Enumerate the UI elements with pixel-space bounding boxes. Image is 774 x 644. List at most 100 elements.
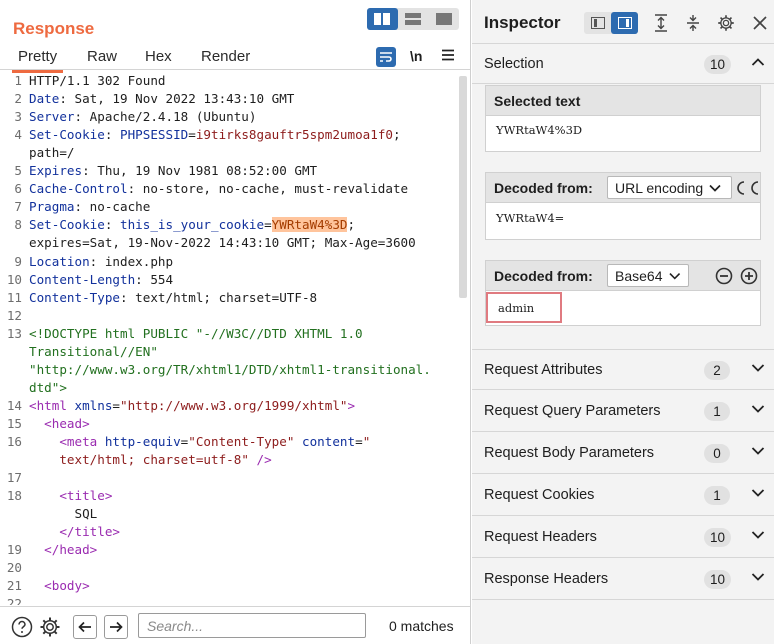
gear-icon: [40, 617, 60, 637]
settings-button[interactable]: [38, 615, 62, 639]
line-number: 21: [6, 578, 22, 594]
remove-add-decoding-icon[interactable]: [736, 180, 760, 196]
hamburger-menu-icon: [442, 49, 454, 61]
editor-vertical-scrollbar[interactable]: [459, 76, 467, 298]
inspector-title: Inspector: [484, 13, 561, 32]
layout-split-horizontal-button[interactable]: [367, 8, 398, 30]
code-line[interactable]: Cache-Control: no-store, no-cache, must-…: [29, 181, 408, 196]
code-line[interactable]: Date: Sat, 19 Nov 2022 13:43:10 GMT: [29, 91, 294, 106]
code-line[interactable]: Set-Cookie: this_is_your_cookie=YWRtaW4%…: [29, 217, 355, 233]
code-line[interactable]: expires=Sat, 19-Nov-2022 14:43:10 GMT; M…: [29, 235, 416, 250]
inspector-layout-right-button[interactable]: [611, 12, 638, 34]
single-pane-icon: [435, 13, 452, 25]
response-code-editor[interactable]: 1 HTTP/1.1 302 Found 2 Date: Sat, 19 Nov 20…: [0, 72, 470, 605]
code-token: i9tirks8gauftr5spm2umoa1f0: [195, 127, 393, 143]
code-token: Set-Cookie: [29, 127, 105, 143]
code-line[interactable]: dtd">: [29, 380, 67, 395]
code-line[interactable]: Location: index.php: [29, 254, 173, 269]
show-newlines-button[interactable]: \n: [410, 48, 422, 64]
inspector-settings-button[interactable]: [716, 12, 736, 34]
decoded-base64-label: Decoded from:: [494, 268, 593, 284]
section-count-badge: 0: [704, 444, 730, 463]
line-number: 10: [6, 271, 22, 287]
code-line[interactable]: </head>: [29, 542, 97, 557]
tab-raw[interactable]: Raw: [87, 48, 117, 65]
tab-render[interactable]: Render: [201, 48, 250, 65]
section-request-attributes[interactable]: Request Attributes 2: [472, 349, 774, 390]
help-button[interactable]: [10, 615, 34, 639]
layout-single-button[interactable]: [428, 8, 459, 30]
section-request-query-parameters[interactable]: Request Query Parameters 1: [472, 391, 774, 432]
code-line[interactable]: <head>: [29, 416, 90, 431]
code-token: <head>: [44, 415, 90, 431]
code-token: : no-cache: [74, 199, 151, 215]
code-line[interactable]: Transitional//EN": [29, 344, 158, 359]
selected-text-header: Selected text: [486, 86, 760, 116]
code-line[interactable]: Server: Apache/2.4.18 (Ubuntu): [29, 109, 256, 124]
pretty-print-button[interactable]: [376, 47, 396, 67]
menu-button[interactable]: [441, 49, 455, 61]
decoding-select-url[interactable]: URL encoding: [607, 176, 732, 199]
code-token: ": [362, 434, 371, 449]
collapse-all-button[interactable]: [684, 12, 702, 34]
line-number: 11: [6, 289, 22, 305]
code-line[interactable]: Expires: Thu, 19 Nov 1981 08:52:00 GMT: [29, 163, 317, 178]
section-request-body-parameters[interactable]: Request Body Parameters 0: [472, 433, 774, 474]
code-line[interactable]: <!DOCTYPE html PUBLIC "-//W3C//DTD XHTML…: [29, 326, 363, 341]
chevron-down-icon: [709, 184, 721, 192]
code-line[interactable]: SQL: [29, 506, 97, 521]
section-request-headers[interactable]: Request Headers 10: [472, 517, 774, 558]
section-label: Request Attributes: [484, 362, 603, 378]
code-token: />: [248, 452, 272, 468]
decoded-base64-value[interactable]: admin: [488, 294, 560, 315]
remove-decoding-icon[interactable]: [715, 267, 733, 285]
code-line[interactable]: Content-Type: text/html; charset=UTF-8: [29, 290, 317, 305]
code-token: =: [188, 127, 196, 143]
section-label: Request Cookies: [484, 487, 595, 503]
code-line[interactable]: HTTP/1.1 302 Found: [29, 73, 165, 88]
decoded-url-value[interactable]: YWRtaW4=: [486, 203, 760, 225]
code-line[interactable]: "http://www.w3.org/TR/xhtml1/DTD/xhtml1-…: [29, 362, 431, 377]
code-line[interactable]: </title>: [29, 524, 120, 539]
code-line[interactable]: <html xmlns="http://www.w3.org/1999/xhtm…: [29, 398, 355, 413]
code-token: Location: [29, 253, 90, 269]
search-footer: Search... 0 matches: [0, 606, 470, 644]
match-count: 0 matches: [389, 618, 454, 634]
code-line[interactable]: text/html; charset=utf-8" />: [29, 452, 272, 468]
line-number: 7: [14, 199, 22, 215]
code-token: =: [112, 397, 121, 413]
add-decoding-icon[interactable]: [740, 267, 758, 285]
code-line[interactable]: <meta http-equiv="Content-Type" content=…: [29, 434, 370, 449]
code-line[interactable]: path=/: [29, 145, 75, 160]
tab-hex[interactable]: Hex: [145, 48, 172, 65]
section-response-headers[interactable]: Response Headers 10: [472, 559, 774, 600]
section-count-badge: 1: [704, 402, 730, 421]
line-number: 9: [14, 253, 22, 269]
inspector-layout-left-button[interactable]: [584, 12, 611, 34]
decoding-select-base64[interactable]: Base64: [607, 264, 689, 287]
selected-text-value[interactable]: YWRtaW4%3D: [486, 116, 760, 137]
next-match-button[interactable]: [104, 615, 128, 639]
search-input[interactable]: Search...: [138, 613, 366, 638]
tab-pretty[interactable]: Pretty: [12, 48, 64, 73]
decoded-url-header: Decoded from: URL encoding: [486, 173, 760, 203]
previous-match-button[interactable]: [73, 615, 97, 639]
line-number: 14: [6, 397, 22, 413]
selection-section-header[interactable]: Selection 10: [472, 43, 774, 84]
code-line[interactable]: <body>: [29, 578, 90, 593]
code-line[interactable]: Content-Length: 554: [29, 272, 173, 287]
code-line[interactable]: Pragma: no-cache: [29, 199, 150, 214]
code-line[interactable]: Set-Cookie: PHPSESSID=i9tirks8gauftr5spm…: [29, 127, 401, 142]
code-line[interactable]: <title>: [29, 488, 112, 503]
close-inspector-button[interactable]: [750, 12, 770, 34]
code-token: ;: [392, 127, 401, 143]
code-token: =: [264, 217, 272, 233]
code-token: http-equiv: [104, 434, 181, 449]
section-request-cookies[interactable]: Request Cookies 1: [472, 475, 774, 516]
expand-all-button[interactable]: [652, 12, 670, 34]
layout-split-vertical-button[interactable]: [398, 8, 429, 30]
